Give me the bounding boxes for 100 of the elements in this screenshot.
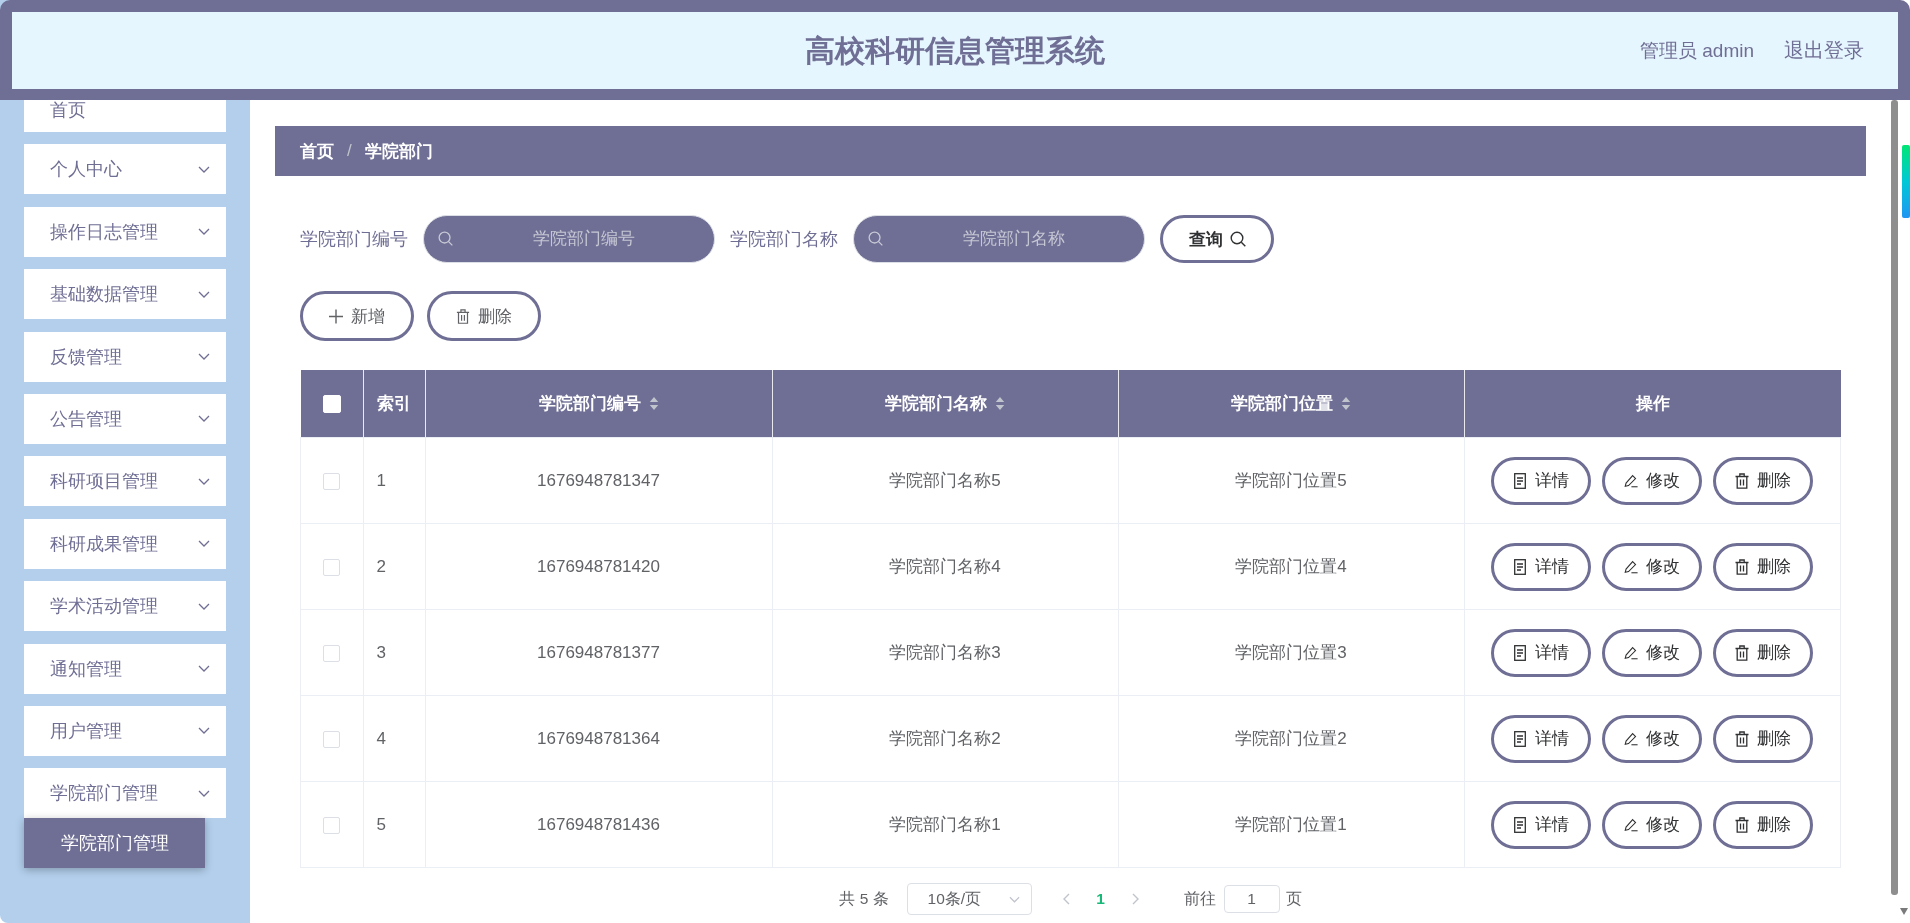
trash-icon [1735, 558, 1750, 575]
table-cell: 学院部门名称3 [772, 609, 1118, 696]
edit-button[interactable]: 修改 [1602, 628, 1703, 677]
search-icon [1229, 231, 1246, 247]
menu-item[interactable]: 公告管理 [24, 393, 226, 444]
sort-icon[interactable] [648, 396, 659, 411]
menu-item[interactable]: 反馈管理 [24, 331, 226, 382]
column-header[interactable]: 学院部门位置 [1118, 370, 1464, 438]
edit-button[interactable]: 修改 [1602, 542, 1703, 591]
menu-item[interactable]: 学术活动管理 [24, 581, 226, 632]
logout-link[interactable]: 退出登录 [1784, 37, 1864, 64]
delete-button[interactable]: 删除 [427, 291, 541, 341]
menu-item[interactable]: 首页 [24, 100, 226, 132]
row-checkbox[interactable] [323, 644, 341, 662]
pencil-icon [1624, 558, 1639, 575]
menu-item[interactable]: 科研项目管理 [24, 456, 226, 507]
table-cell: 学院部门位置4 [1118, 523, 1464, 610]
table-cell: 学院部门名称4 [772, 523, 1118, 610]
add-button[interactable]: 新增 [300, 291, 414, 341]
edit-button[interactable]: 修改 [1602, 456, 1703, 505]
table-cell: 3 [363, 609, 425, 696]
row-checkbox[interactable] [323, 472, 341, 490]
field-label: 学院部门名称 [730, 228, 838, 251]
select-all-checkbox[interactable] [322, 395, 341, 413]
page-size-select[interactable]: 10条/页 [906, 883, 1032, 915]
row-checkbox[interactable] [323, 816, 341, 834]
plus-icon [329, 308, 343, 324]
table-cell: 学院部门名称5 [772, 437, 1118, 524]
delete-button[interactable]: 删除 [1713, 456, 1814, 505]
pencil-icon [1624, 644, 1639, 661]
chevron-down-icon [198, 540, 210, 548]
detail-button[interactable]: 详情 [1491, 542, 1592, 591]
breadcrumb-separator: / [347, 141, 352, 161]
page-input[interactable]: 1 [1223, 885, 1280, 913]
trash-icon [1735, 644, 1750, 661]
chevron-down-icon [198, 665, 210, 672]
chevron-down-icon [198, 477, 210, 485]
table-cell: 1676948781364 [425, 695, 772, 782]
column-header[interactable]: 学院部门编号 [425, 370, 772, 438]
scrollbar-thumb[interactable] [1891, 100, 1898, 895]
detail-button[interactable]: 详情 [1491, 800, 1592, 849]
detail-button[interactable]: 详情 [1491, 714, 1592, 763]
table-cell: 5 [363, 781, 425, 868]
chevron-down-icon [198, 727, 210, 735]
menu-item[interactable]: 操作日志管理 [24, 206, 226, 257]
document-icon [1513, 644, 1528, 661]
edit-button[interactable]: 修改 [1602, 714, 1703, 763]
search-field[interactable]: 学院部门编号 [423, 215, 715, 263]
menu-item[interactable]: 用户管理 [24, 705, 226, 756]
row-checkbox[interactable] [323, 730, 341, 748]
sort-icon[interactable] [995, 396, 1005, 411]
menu-item[interactable]: 通知管理 [24, 643, 226, 694]
search-button[interactable]: 查询 [1160, 215, 1274, 263]
breadcrumb-link[interactable]: 首页 [300, 139, 334, 163]
edit-button[interactable]: 修改 [1602, 800, 1703, 849]
delete-button[interactable]: 删除 [1713, 800, 1814, 849]
delete-button[interactable]: 删除 [1713, 628, 1814, 677]
chevron-down-icon [198, 602, 210, 610]
breadcrumb-current: 学院部门 [364, 140, 433, 163]
column-header: 索引 [363, 370, 425, 438]
total-count: 共 5 条 [839, 888, 889, 909]
user-label: 管理员 admin [1639, 38, 1754, 63]
menu-item[interactable]: 学院部门管理 [24, 768, 226, 819]
table-cell: 学院部门位置2 [1118, 695, 1464, 782]
detail-button[interactable]: 详情 [1491, 456, 1592, 505]
gradient-strip-icon [1902, 145, 1910, 218]
search-icon [438, 231, 453, 246]
column-header: 操作 [1464, 370, 1841, 438]
table-cell: 学院部门位置3 [1118, 609, 1464, 696]
pencil-icon [1624, 472, 1639, 489]
document-icon [1513, 558, 1528, 575]
table-cell: 学院部门位置1 [1118, 781, 1464, 868]
submenu-item[interactable]: 学院部门管理 [24, 818, 205, 869]
table-cell: 1 [363, 437, 425, 524]
menu-item[interactable]: 个人中心 [24, 144, 226, 195]
menu-item[interactable]: 基础数据管理 [24, 269, 226, 320]
chevron-down-icon [198, 415, 210, 423]
chevron-down-icon [1008, 895, 1020, 903]
table-cell: 学院部门名称1 [772, 781, 1118, 868]
pencil-icon [1624, 816, 1639, 833]
chevron-down-icon [198, 165, 210, 173]
search-field[interactable]: 学院部门名称 [853, 215, 1145, 263]
delete-button[interactable]: 删除 [1713, 714, 1814, 763]
pencil-icon [1624, 730, 1639, 747]
chevron-down-icon [198, 228, 210, 236]
menu-item[interactable]: 科研成果管理 [24, 518, 226, 569]
chevron-down-icon [198, 290, 210, 298]
table-cell: 1676948781347 [425, 437, 772, 524]
row-checkbox[interactable] [323, 558, 341, 576]
app-title: 高校科研信息管理系统 [805, 32, 1105, 69]
sort-icon[interactable] [1341, 396, 1351, 411]
table-cell: 1676948781420 [425, 523, 772, 610]
table-cell: 4 [363, 695, 425, 782]
chevron-down-icon [198, 353, 210, 361]
delete-button[interactable]: 删除 [1713, 542, 1814, 591]
column-header[interactable]: 学院部门名称 [772, 370, 1118, 438]
scroll-down-arrow-icon[interactable] [1900, 908, 1908, 915]
goto-label: 前往 [1183, 888, 1216, 909]
table-cell: 1676948781377 [425, 609, 772, 696]
detail-button[interactable]: 详情 [1491, 628, 1592, 677]
